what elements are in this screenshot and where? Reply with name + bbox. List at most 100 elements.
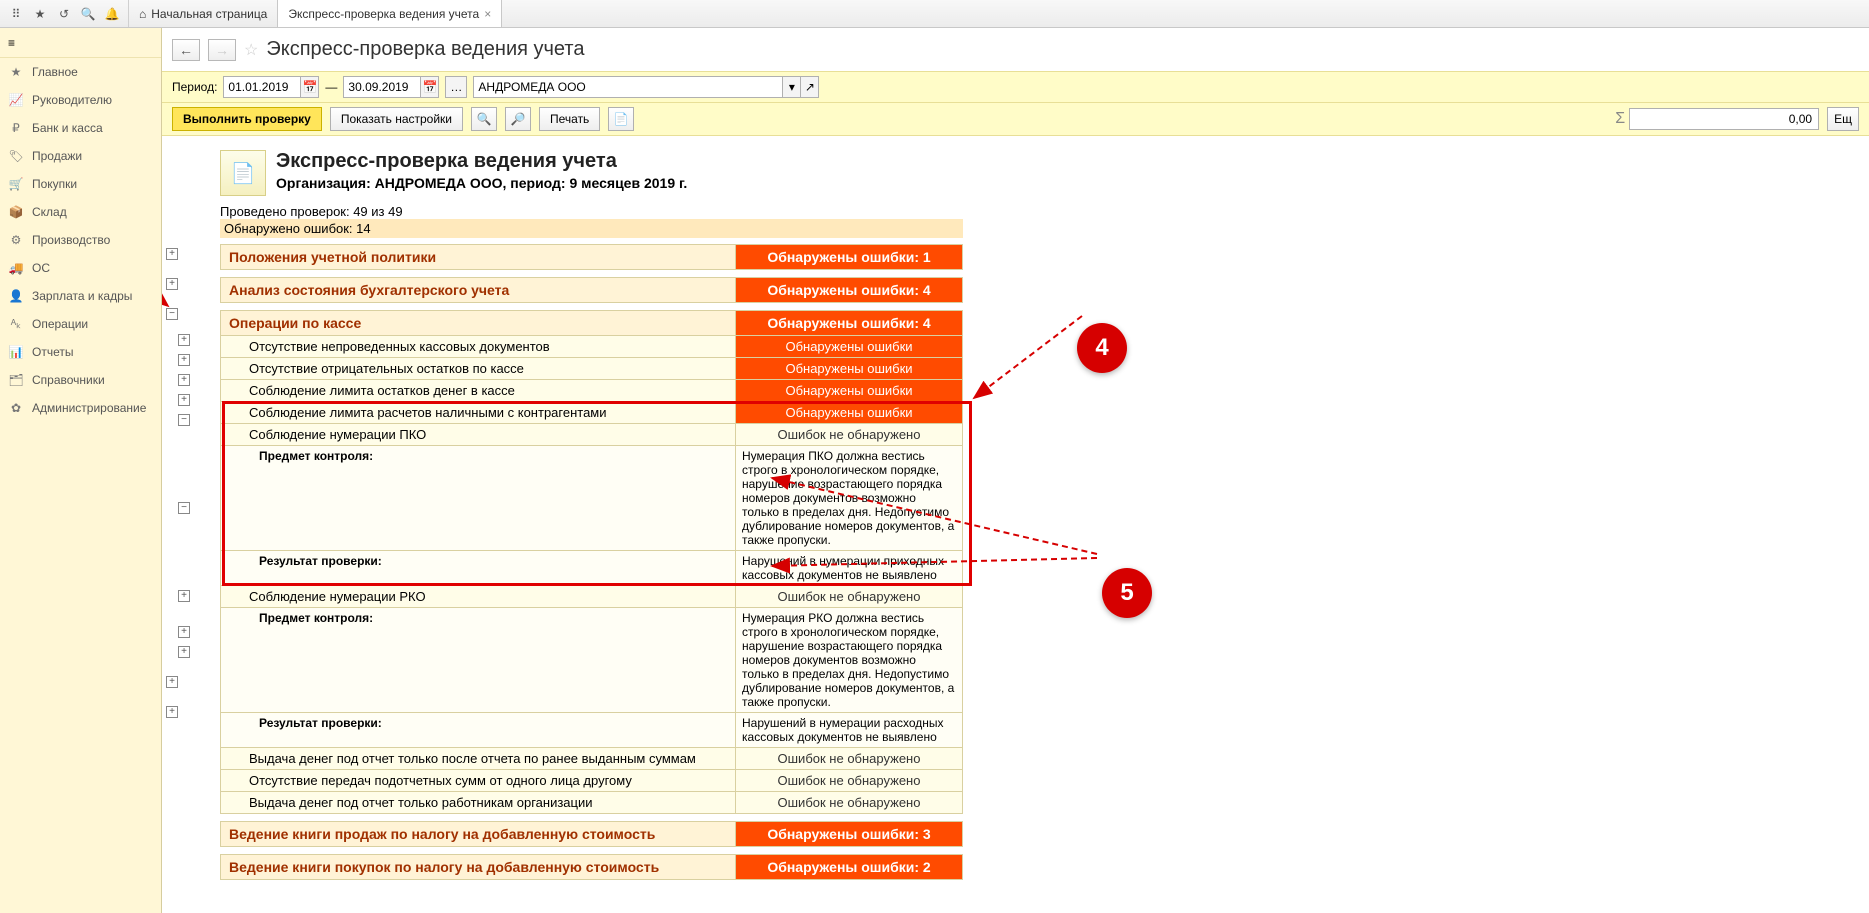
star-icon[interactable]: ★	[28, 2, 52, 26]
check-title[interactable]: Соблюдение нумерации ПКО	[221, 424, 736, 446]
menu-button[interactable]: ≡	[0, 28, 161, 58]
sidebar-item-manager[interactable]: 📈Руководителю	[0, 86, 161, 114]
section-title[interactable]: Анализ состояния бухгалтерского учета	[221, 278, 736, 303]
tab-express-label: Экспресс-проверка ведения учета	[288, 7, 479, 21]
search-icon[interactable]: 🔍	[76, 2, 100, 26]
check-title[interactable]: Выдача денег под отчет только после отче…	[221, 748, 736, 770]
sidebar-item-purchases[interactable]: 🛒Покупки	[0, 170, 161, 198]
sidebar-item-bank[interactable]: ₽Банк и касса	[0, 114, 161, 142]
sidebar-item-sales[interactable]: 🏷Продажи	[0, 142, 161, 170]
report-title: Экспресс-проверка ведения учета	[276, 150, 687, 173]
show-settings-button[interactable]: Показать настройки	[330, 107, 463, 131]
find-next-icon[interactable]: 🔎	[505, 107, 531, 131]
history-icon[interactable]: ↺	[52, 2, 76, 26]
detail-subject-label: Предмет контроля:	[221, 446, 736, 551]
top-toolbar: ⠿ ★ ↺ 🔍 🔔 ⌂ Начальная страница Экспресс-…	[0, 0, 1869, 28]
check-title[interactable]: Отсутствие передач подотчетных сумм от о…	[221, 770, 736, 792]
sum-input[interactable]	[1629, 108, 1819, 130]
check-title[interactable]: Соблюдение лимита расчетов наличными с к…	[221, 402, 736, 424]
section-title[interactable]: Операции по кассе	[221, 311, 736, 336]
collapse-node[interactable]: −	[178, 502, 190, 514]
expand-node[interactable]: +	[166, 248, 178, 260]
tab-home-label: Начальная страница	[151, 7, 267, 21]
expand-node[interactable]: +	[166, 706, 178, 718]
sidebar-item-main[interactable]: ★Главное	[0, 58, 161, 86]
collapse-node[interactable]: −	[166, 308, 178, 320]
favorite-icon[interactable]: ☆	[244, 40, 258, 60]
period-label: Период:	[172, 80, 217, 94]
sidebar: ≡ ★Главное 📈Руководителю ₽Банк и касса 🏷…	[0, 28, 162, 913]
report-table: Положения учетной политикиОбнаружены оши…	[220, 244, 963, 880]
section-status: Обнаружены ошибки: 4	[736, 311, 963, 336]
check-title[interactable]: Выдача денег под отчет только работникам…	[221, 792, 736, 814]
close-icon[interactable]: ×	[484, 7, 491, 21]
run-check-button[interactable]: Выполнить проверку	[172, 107, 322, 131]
apps-icon[interactable]: ⠿	[4, 2, 28, 26]
more-button[interactable]: Ещ	[1827, 107, 1859, 131]
expand-node[interactable]: +	[178, 354, 190, 366]
page-title: Экспресс-проверка ведения учета	[266, 38, 584, 61]
print-button[interactable]: Печать	[539, 107, 600, 131]
sidebar-item-production[interactable]: ⚙Производство	[0, 226, 161, 254]
sigma-icon: Σ	[1615, 110, 1625, 128]
sidebar-item-reports[interactable]: 📊Отчеты	[0, 338, 161, 366]
tab-express[interactable]: Экспресс-проверка ведения учета ×	[278, 0, 502, 27]
sidebar-item-assets[interactable]: 🚚ОС	[0, 254, 161, 282]
detail-result-label: Результат проверки:	[221, 713, 736, 748]
sidebar-item-salary[interactable]: 👤Зарплата и кадры	[0, 282, 161, 310]
forward-button[interactable]: →	[208, 39, 236, 61]
section-status: Обнаружены ошибки: 4	[736, 278, 963, 303]
check-status: Ошибок не обнаружено	[736, 424, 963, 446]
date-to-input[interactable]	[343, 76, 421, 98]
check-title[interactable]: Соблюдение лимита остатков денег в кассе	[221, 380, 736, 402]
expand-node[interactable]: +	[178, 646, 190, 658]
collapse-node[interactable]: −	[178, 414, 190, 426]
detail-subject-value: Нумерация ПКО должна вестись строго в хр…	[736, 446, 963, 551]
section-title[interactable]: Положения учетной политики	[221, 245, 736, 270]
back-button[interactable]: ←	[172, 39, 200, 61]
sidebar-item-warehouse[interactable]: 📦Склад	[0, 198, 161, 226]
check-status: Обнаружены ошибки	[736, 358, 963, 380]
sidebar-item-operations[interactable]: ᴬₖОперации	[0, 310, 161, 338]
tab-home[interactable]: ⌂ Начальная страница	[129, 0, 278, 27]
date-from-input[interactable]	[223, 76, 301, 98]
calendar-icon[interactable]: 📅	[301, 76, 319, 98]
search-icon[interactable]: 🔍	[471, 107, 497, 131]
sidebar-item-admin[interactable]: ✿Администрирование	[0, 394, 161, 422]
period-select-button[interactable]: …	[445, 76, 467, 98]
detail-subject-value: Нумерация РКО должна вестись строго в хр…	[736, 608, 963, 713]
expand-node[interactable]: +	[166, 676, 178, 688]
expand-node[interactable]: +	[178, 374, 190, 386]
filter-bar: Период: 📅 — 📅 … ▾ ↗	[162, 71, 1869, 103]
ops-icon: ᴬₖ	[8, 316, 24, 332]
section-status: Обнаружены ошибки: 1	[736, 245, 963, 270]
check-status: Обнаружены ошибки	[736, 336, 963, 358]
expand-node[interactable]: +	[178, 334, 190, 346]
section-title[interactable]: Ведение книги продаж по налогу на добавл…	[221, 822, 736, 847]
expand-node[interactable]: +	[178, 626, 190, 638]
check-status: Обнаружены ошибки	[736, 380, 963, 402]
tag-icon: 🏷	[8, 148, 24, 164]
expand-node[interactable]: +	[178, 590, 190, 602]
open-icon[interactable]: ↗	[801, 76, 819, 98]
calendar-icon[interactable]: 📅	[421, 76, 439, 98]
detail-result-label: Результат проверки:	[221, 551, 736, 586]
detail-result-value: Нарушений в нумерации расходных кассовых…	[736, 713, 963, 748]
org-input[interactable]	[473, 76, 783, 98]
dash: —	[325, 80, 337, 94]
document-icon[interactable]: 📄	[608, 107, 634, 131]
check-title[interactable]: Отсутствие отрицательных остатков по кас…	[221, 358, 736, 380]
section-title[interactable]: Ведение книги покупок по налогу на добав…	[221, 855, 736, 880]
folder-icon: 🗂	[8, 372, 24, 388]
check-title[interactable]: Соблюдение нумерации РКО	[221, 586, 736, 608]
expand-node[interactable]: +	[166, 278, 178, 290]
bars-icon: 📊	[8, 344, 24, 360]
chevron-down-icon[interactable]: ▾	[783, 76, 801, 98]
expand-node[interactable]: +	[178, 394, 190, 406]
detail-subject-label: Предмет контроля:	[221, 608, 736, 713]
sidebar-item-catalogs[interactable]: 🗂Справочники	[0, 366, 161, 394]
bell-icon[interactable]: 🔔	[100, 2, 124, 26]
truck-icon: 🚚	[8, 260, 24, 276]
section-status: Обнаружены ошибки: 2	[736, 855, 963, 880]
check-title[interactable]: Отсутствие непроведенных кассовых докуме…	[221, 336, 736, 358]
